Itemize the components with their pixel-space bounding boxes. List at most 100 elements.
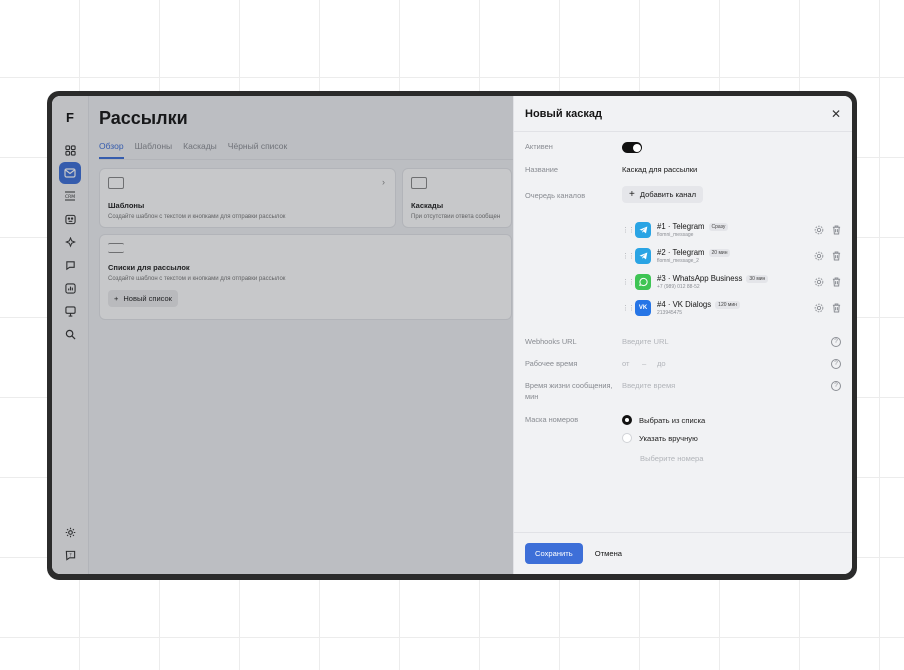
gear-icon[interactable] xyxy=(814,225,824,235)
settings-icon[interactable] xyxy=(59,521,81,543)
channel-list: ⋮⋮ #1 · TelegramСразу flomni_message ⋮⋮ xyxy=(525,220,841,330)
mask-label: Маска номеров xyxy=(525,415,579,424)
save-button[interactable]: Сохранить xyxy=(525,543,583,564)
telegram-icon xyxy=(635,248,651,264)
channel-account: flomni_message_2 xyxy=(657,258,699,264)
drag-handle-icon[interactable]: ⋮⋮ xyxy=(622,304,635,312)
webhooks-label: Webhooks URL xyxy=(525,337,577,346)
active-row: Активен xyxy=(525,142,841,154)
name-field[interactable]: Каскад для рассылки xyxy=(622,165,697,174)
drag-handle-icon[interactable]: ⋮⋮ xyxy=(622,278,635,286)
add-channel-button[interactable]: + Добавить канал xyxy=(622,186,704,203)
monitor-chat-icon[interactable] xyxy=(59,300,81,322)
card-description: Создайте шаблон с текстом и кнопками для… xyxy=(108,214,286,220)
chat-icon[interactable] xyxy=(59,254,81,276)
radio-unchecked-icon xyxy=(622,433,632,443)
webhooks-input[interactable]: Введите URL xyxy=(622,337,669,346)
plus-icon: + xyxy=(114,294,119,303)
crm-icon[interactable]: CRM xyxy=(59,185,81,207)
help-icon[interactable]: ? xyxy=(831,381,841,391)
search-icon[interactable] xyxy=(59,323,81,345)
trash-icon[interactable] xyxy=(832,225,841,235)
card-description: При отсутствии ответа сообщен xyxy=(411,214,501,220)
whatsapp-icon xyxy=(635,274,651,290)
drawer-header: Новый каскад ✕ xyxy=(514,96,852,132)
channel-item[interactable]: ⋮⋮ #2 · Telegram 20 мин flomni_message_2 xyxy=(622,246,841,266)
tab-cascades[interactable]: Каскады xyxy=(183,141,217,159)
drawer-footer: Сохранить Отмена xyxy=(514,532,852,574)
screen: F CRM ? Рассылки Обзор Шаблоны Каскады Ч… xyxy=(52,96,852,574)
delay-badge: Сразу xyxy=(708,222,729,231)
cascades-card[interactable]: Каскады При отсутствии ответа сообщен xyxy=(402,168,512,228)
name-row: Название Каскад для рассылки xyxy=(525,165,841,177)
channel-account: 213945475 xyxy=(657,310,683,316)
mail-icon xyxy=(108,177,124,189)
drag-handle-icon[interactable]: ⋮⋮ xyxy=(622,252,635,260)
card-title: Списки для рассылок xyxy=(108,263,190,272)
radio-checked-icon xyxy=(622,415,632,425)
active-toggle[interactable] xyxy=(622,142,642,153)
vk-icon: VK xyxy=(635,300,651,316)
card-description: Создайте шаблон с текстом и кнопками для… xyxy=(108,276,286,282)
telegram-icon xyxy=(635,222,651,238)
worktime-to-input[interactable]: до xyxy=(657,359,666,368)
trash-icon[interactable] xyxy=(832,303,841,313)
gear-icon[interactable] xyxy=(814,251,824,261)
channel-account: +7 (989) 012 88-52 xyxy=(657,284,700,290)
mailing-icon[interactable] xyxy=(59,162,81,184)
new-cascade-drawer: Новый каскад ✕ Активен Название Каскад д… xyxy=(513,96,852,574)
channel-name: #4 · VK Dialogs xyxy=(657,300,712,309)
channel-name: #2 · Telegram xyxy=(657,248,705,257)
channel-item[interactable]: ⋮⋮ #1 · Telegram Сразу flomni_message xyxy=(622,220,841,240)
worktime-from-input[interactable]: от xyxy=(622,359,630,368)
drawer-title: Новый каскад xyxy=(525,107,602,120)
delay-badge: 30 мин xyxy=(746,274,769,283)
trash-icon[interactable] xyxy=(832,277,841,287)
queue-row: Очередь каналов + Добавить канал xyxy=(525,186,841,206)
templates-card[interactable]: › Шаблоны Создайте шаблон с текстом и кн… xyxy=(99,168,396,228)
trash-icon[interactable] xyxy=(832,251,841,261)
gear-icon[interactable] xyxy=(814,303,824,313)
tab-blacklist[interactable]: Чёрный список xyxy=(228,141,287,159)
close-icon[interactable]: ✕ xyxy=(831,107,841,121)
mask-row: Маска номеров Выбрать из списка Указать … xyxy=(525,415,841,465)
mask-option-manual[interactable]: Указать вручную xyxy=(622,433,698,443)
sparkle-icon[interactable] xyxy=(59,231,81,253)
radio-label: Указать вручную xyxy=(639,433,698,443)
chevron-right-icon: › xyxy=(382,177,385,187)
channel-item[interactable]: ⋮⋮ #3 · WhatsApp Business 30 мин +7 (989)… xyxy=(622,272,841,292)
help-icon[interactable]: ? xyxy=(831,337,841,347)
mask-option-list[interactable]: Выбрать из списка xyxy=(622,415,705,425)
svg-text:CRM: CRM xyxy=(65,194,75,200)
drag-handle-icon[interactable]: ⋮⋮ xyxy=(622,226,635,234)
ttl-label: Время жизни сообщения, мин xyxy=(525,381,613,401)
ttl-row: Время жизни сообщения, мин Введите время… xyxy=(525,381,841,405)
tab-templates[interactable]: Шаблоны xyxy=(135,141,173,159)
help-chat-icon[interactable]: ? xyxy=(59,544,81,566)
tab-overview[interactable]: Обзор xyxy=(99,141,124,159)
name-label: Название xyxy=(525,165,559,174)
cancel-button[interactable]: Отмена xyxy=(595,549,622,558)
gear-icon[interactable] xyxy=(814,277,824,287)
numbers-select[interactable]: Выберите номера xyxy=(640,454,704,463)
help-icon[interactable]: ? xyxy=(831,359,841,369)
columns-icon xyxy=(411,177,427,189)
sidebar: F CRM ? xyxy=(52,96,89,574)
worktime-row: Рабочее время от – до ? xyxy=(525,359,841,371)
ttl-input[interactable]: Введите время xyxy=(622,381,675,390)
card-title: Шаблоны xyxy=(108,201,145,210)
delay-badge: 120 мин xyxy=(715,300,740,309)
lists-card: Списки для рассылок Создайте шаблон с те… xyxy=(99,234,512,320)
app-logo: F xyxy=(66,110,74,125)
active-label: Активен xyxy=(525,142,553,151)
webhooks-row: Webhooks URL Введите URL ? xyxy=(525,337,841,349)
analytics-icon[interactable] xyxy=(59,277,81,299)
bot-icon[interactable] xyxy=(59,208,81,230)
worktime-dash: – xyxy=(642,359,647,368)
new-list-button[interactable]: + Новый список xyxy=(108,290,178,307)
radio-label: Выбрать из списка xyxy=(639,415,706,425)
dashboard-icon[interactable] xyxy=(59,139,81,161)
worktime-label: Рабочее время xyxy=(525,359,578,368)
channel-name: #1 · Telegram xyxy=(657,222,705,231)
channel-item[interactable]: ⋮⋮ VK #4 · VK Dialogs 120 мин 213945475 xyxy=(622,298,841,318)
